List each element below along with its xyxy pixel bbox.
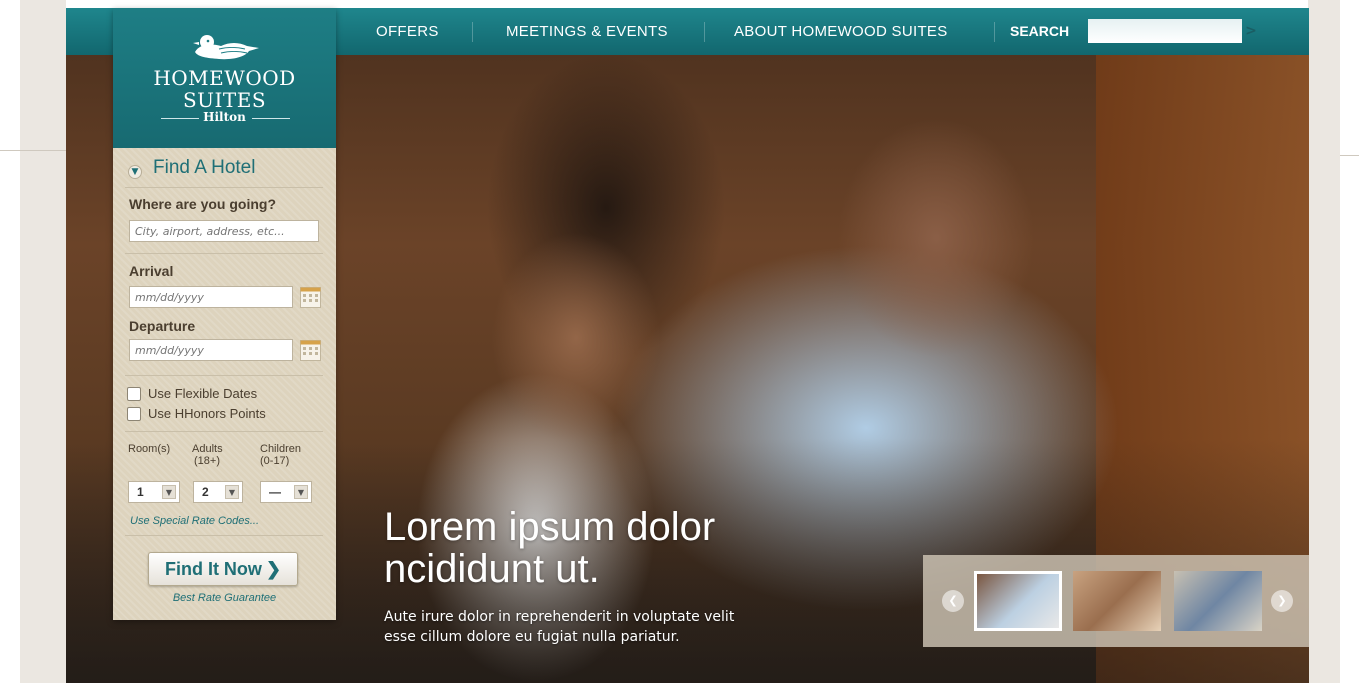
brand-name-line1: HOMEWOOD <box>153 66 296 90</box>
chevron-down-icon: ▼ <box>225 485 239 499</box>
brand-parent: Hilton <box>203 110 246 124</box>
carousel-thumbnail[interactable] <box>1174 571 1262 631</box>
adults-value: 2 <box>202 485 209 499</box>
hero-headline-line: Lorem ipsum dolor <box>384 505 716 549</box>
children-age-range: (0-17) <box>260 455 290 467</box>
search-label: SEARCH <box>1010 23 1070 39</box>
arrival-label: Arrival <box>129 263 174 279</box>
hero-subtext-line: esse cillum dolore eu fugiat nulla paria… <box>384 629 680 645</box>
rooms-select[interactable]: 1 ▼ <box>128 481 180 503</box>
find-hotel-title: Find A Hotel <box>153 157 256 178</box>
rooms-label: Room(s) <box>128 443 171 455</box>
page-frame-left <box>20 0 66 683</box>
hero-headline-line: ncididunt ut. <box>384 547 600 591</box>
chevron-down-icon: ▼ <box>294 485 308 499</box>
divider <box>125 253 323 254</box>
carousel-thumbnail[interactable] <box>1073 571 1161 631</box>
find-hotel-panel: ▼ Find A Hotel Where are you going? Arri… <box>113 148 336 620</box>
calendar-icon[interactable] <box>300 340 321 361</box>
flexible-dates-checkbox[interactable] <box>127 387 141 401</box>
carousel-thumbnail[interactable] <box>974 571 1062 631</box>
hero-subtext: Aute irure dolor in reprehenderit in vol… <box>384 607 844 647</box>
chevron-right-icon[interactable]: ❯ <box>1271 590 1293 612</box>
children-value: — <box>269 485 281 499</box>
chevron-down-icon[interactable]: ▼ <box>128 165 142 179</box>
hhonors-points-label: Use HHonors Points <box>148 406 266 421</box>
nav-meetings-events[interactable]: MEETINGS & EVENTS <box>506 8 668 55</box>
nav-offers[interactable]: OFFERS <box>376 8 439 55</box>
hero-headline: Lorem ipsum dolor ncididunt ut. <box>384 506 864 590</box>
chevron-right-icon: ❯ <box>265 559 282 579</box>
divider <box>125 431 323 432</box>
best-rate-guarantee-link[interactable]: Best Rate Guarantee <box>113 592 336 604</box>
duck-logo-icon <box>193 35 259 60</box>
chevron-left-icon[interactable]: ❮ <box>942 590 964 612</box>
hhonors-points-checkbox[interactable] <box>127 407 141 421</box>
departure-label: Departure <box>129 318 196 334</box>
destination-label: Where are you going? <box>129 196 277 212</box>
adults-label: Adults <box>192 443 223 455</box>
nav-divider <box>472 22 473 42</box>
brand-name-line2: SUITES <box>182 88 267 112</box>
arrival-date-input[interactable] <box>129 286 293 308</box>
divider <box>125 187 323 188</box>
divider <box>125 535 323 536</box>
page-frame-right <box>1308 0 1340 683</box>
booking-sidebar: HOMEWOOD SUITES Hilton ▼ Find A Hotel Wh… <box>113 8 336 620</box>
find-it-now-label: Find It Now <box>164 559 262 579</box>
search-submit-icon[interactable]: > <box>1238 19 1264 43</box>
logo-rule <box>252 118 290 119</box>
rooms-value: 1 <box>137 485 144 499</box>
destination-input[interactable] <box>129 220 319 242</box>
find-it-now-button[interactable]: Find It Now ❯ <box>148 552 298 586</box>
hero-carousel: ❮ ❯ <box>923 555 1309 647</box>
adults-select[interactable]: 2 ▼ <box>193 481 243 503</box>
nav-divider <box>704 22 705 42</box>
hero-subtext-line: Aute irure dolor in reprehenderit in vol… <box>384 609 735 625</box>
brand-logo[interactable]: HOMEWOOD SUITES Hilton <box>113 8 336 148</box>
divider <box>125 375 323 376</box>
special-rate-codes-link[interactable]: Use Special Rate Codes... <box>130 515 259 527</box>
nav-divider <box>994 22 995 42</box>
children-label: Children <box>260 443 301 455</box>
children-select[interactable]: — ▼ <box>260 481 312 503</box>
calendar-icon[interactable] <box>300 287 321 308</box>
nav-about[interactable]: ABOUT HOMEWOOD SUITES <box>734 8 948 55</box>
flexible-dates-label: Use Flexible Dates <box>148 386 258 401</box>
frame-rule <box>1340 155 1359 156</box>
adults-age-range: (18+) <box>194 455 220 467</box>
departure-date-input[interactable] <box>129 339 293 361</box>
frame-rule <box>0 150 66 151</box>
chevron-down-icon: ▼ <box>162 485 176 499</box>
search-input[interactable] <box>1088 19 1242 43</box>
